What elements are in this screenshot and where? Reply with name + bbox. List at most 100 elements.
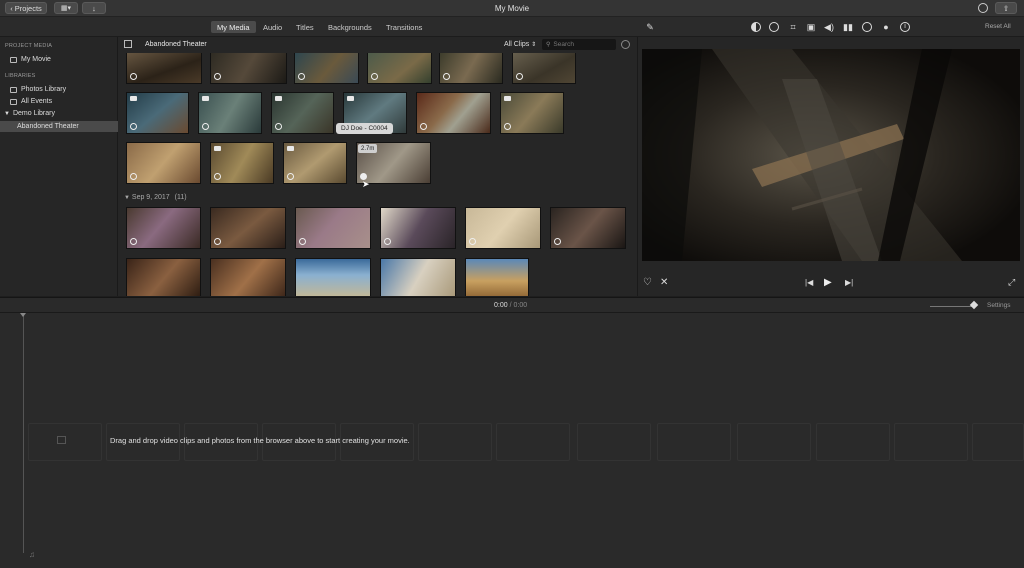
sidebar-item-label: Demo Library [12,110,55,117]
video-clip[interactable] [294,53,359,84]
search-field[interactable]: ⚲ Search [542,39,616,50]
sidebar-item-demo-library[interactable]: ▼ Demo Library [0,108,118,119]
camera-icon [347,96,354,101]
clip-tooltip: DJ Doe - C0004 [336,123,393,134]
tab-audio[interactable]: Audio [257,21,288,33]
noise-reduction-icon[interactable]: ▮▮ [843,22,853,32]
clip-filter-select[interactable]: All Clips ⇕ [504,41,536,48]
video-clip[interactable] [295,207,371,249]
heart-icon[interactable]: ♡ [643,277,652,288]
photo-clip[interactable] [126,92,189,134]
clip-filter-icon[interactable]: ● [881,22,891,32]
photo-clip[interactable] [271,92,334,134]
disclosure-triangle-icon: ▼ [124,195,130,201]
video-clip[interactable] [295,258,371,296]
video-clip[interactable] [210,207,286,249]
sidebar-item-abandoned-theater[interactable]: Abandoned Theater [0,121,118,132]
share-icon: ⇧ [1002,3,1010,13]
adjust-toolbar: ✎ ⌗ ▣ ◀) ▮▮ ● i Reset All [637,17,1024,37]
date-group-header[interactable]: ▼ Sep 9, 2017 (11) [124,194,187,201]
settings-gear-icon[interactable] [621,40,630,49]
camera-icon [202,96,209,101]
drop-hint: Drag and drop video clips and photos fro… [110,436,410,445]
zoom-slider-thumb[interactable] [969,300,979,310]
camera-icon [287,146,294,151]
sidebar-item-all-events[interactable]: All Events [0,96,118,107]
video-clip[interactable] [367,53,432,84]
zoom-slider-track[interactable] [930,306,975,307]
info-icon[interactable]: i [900,22,910,32]
sidebar-toggle-icon[interactable] [124,40,132,48]
video-clip[interactable] [550,207,626,249]
photo-clip[interactable] [198,92,262,134]
magic-wand-icon[interactable]: ✎ [645,22,655,32]
title-bar: ‹ Projects ▦▾ ↓ My Movie ⇧ [0,0,1024,17]
timeline-toolbar: 0:00 / 0:00 Settings [0,297,1024,313]
color-balance-icon[interactable] [751,22,761,32]
skip-back-icon[interactable]: |◀ [805,278,813,287]
speed-icon[interactable] [862,22,872,32]
clip-duration-badge: 2.7m [358,144,378,153]
select-circle-icon [384,238,391,245]
window-title: My Movie [494,4,530,13]
sidebar-item-label: Photos Library [21,86,67,93]
volume-icon[interactable]: ◀) [824,22,834,32]
tab-my-media[interactable]: My Media [211,21,256,33]
timeline-settings-button[interactable]: Settings [987,302,1011,309]
clip-placeholder [737,423,811,461]
playhead[interactable] [23,313,24,553]
select-circle-icon [275,123,282,130]
photo-clip[interactable] [283,142,347,184]
clip-placeholder [894,423,968,461]
date-label: Sep 9, 2017 [131,194,170,201]
clip-filter-label: All Clips [504,41,530,48]
tab-titles[interactable]: Titles [290,21,320,33]
select-circle-icon [202,123,209,130]
video-clip[interactable] [210,258,286,296]
video-preview[interactable] [642,49,1020,261]
photo-clip[interactable] [210,142,274,184]
tab-backgrounds[interactable]: Backgrounds [322,21,378,33]
enhance-icon[interactable] [978,3,988,13]
skip-forward-icon[interactable]: ▶| [845,278,853,287]
video-clip[interactable] [512,53,576,84]
video-clip[interactable] [439,53,503,84]
fullscreen-icon[interactable]: ⤢ [1008,277,1015,288]
video-clip[interactable] [380,207,456,249]
video-clip[interactable] [465,258,529,296]
clip-placeholder [816,423,890,461]
play-icon[interactable]: ▶ [824,277,832,288]
select-circle-icon [516,73,523,80]
grid-icon [10,98,17,105]
video-clip[interactable] [126,53,202,84]
clip-placeholder [577,423,651,461]
crop-icon[interactable]: ⌗ [788,22,798,32]
stabilization-icon[interactable]: ▣ [806,22,816,32]
reset-all-button[interactable]: Reset All [985,23,1011,30]
select-circle-icon [287,173,294,180]
select-circle-icon [504,123,511,130]
video-clip[interactable] [126,258,201,296]
video-clip[interactable] [465,207,541,249]
select-circle-icon [299,238,306,245]
video-clip[interactable] [416,92,491,134]
color-correction-icon[interactable] [769,22,779,32]
select-circle-icon [214,238,221,245]
sidebar-item-my-movie[interactable]: My Movie [0,54,118,65]
video-frame [642,49,1020,261]
select-circle-icon [554,238,561,245]
media-browser: DJ Doe - C0004 2.7m ➤ ▼ Sep 9, 2017 (11) [118,53,637,296]
reject-icon[interactable]: ✕ [660,277,668,288]
video-clip[interactable] [380,258,456,296]
share-button[interactable]: ⇧ [995,2,1017,14]
timecode: 0:00 / 0:00 [494,302,527,309]
sidebar-item-photos-library[interactable]: Photos Library [0,84,118,95]
timeline[interactable]: Drag and drop video clips and photos fro… [0,313,1024,568]
tab-transitions[interactable]: Transitions [380,21,428,33]
photo-clip[interactable] [500,92,564,134]
video-clip[interactable] [210,53,287,84]
video-clip[interactable] [126,207,201,249]
clip-placeholder [972,423,1024,461]
project-media-heading: PROJECT MEDIA [5,43,53,49]
video-clip[interactable] [126,142,201,184]
